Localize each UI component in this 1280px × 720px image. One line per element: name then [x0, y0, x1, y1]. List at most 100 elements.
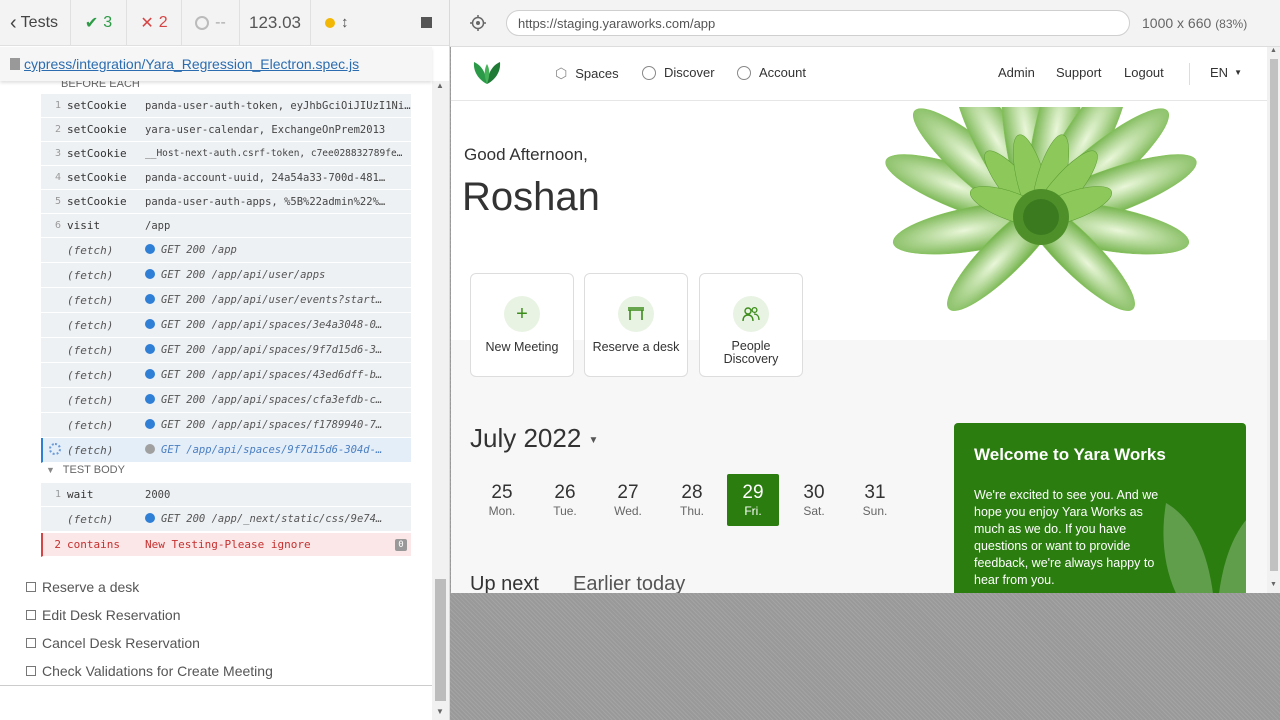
scroll-up-icon[interactable]: ▲	[1270, 47, 1277, 54]
command-row[interactable]: 4 setCookie panda-account-uuid, 24a54a33…	[41, 166, 411, 190]
day-number: 28	[681, 482, 703, 503]
app-scrollbar[interactable]: ▲ ▼	[1267, 47, 1280, 593]
failed-command-row[interactable]: 2 contains New Testing-Please ignore 0	[41, 533, 411, 557]
scroll-thumb[interactable]	[435, 579, 446, 701]
nav-support[interactable]: Support	[1056, 65, 1102, 80]
fetch-row[interactable]: (fetch) GET 200 /app/api/spaces/9f7d15d6-…	[41, 338, 411, 363]
day-item-selected[interactable]: 29 Fri.	[727, 474, 779, 526]
fetch-arg: GET 200 /app/api/user/events?start…	[161, 294, 383, 306]
request-dot-icon	[145, 244, 155, 254]
nav-account[interactable]: Account	[737, 65, 806, 80]
nav-discover[interactable]: Discover	[642, 65, 715, 80]
command-row[interactable]: 6 visit /app	[41, 214, 411, 238]
passed-count[interactable]: ✔ 3	[71, 0, 127, 46]
command-row[interactable]: 1 wait 2000	[41, 483, 411, 507]
language-select[interactable]: EN ▼	[1210, 65, 1242, 80]
command-number: 6	[54, 220, 61, 231]
yara-logo-icon[interactable]	[471, 60, 503, 89]
test-item[interactable]: Cancel Desk Reservation	[26, 635, 200, 651]
back-to-tests-button[interactable]: ‹ Tests	[0, 0, 71, 46]
request-dot-icon	[145, 294, 155, 304]
nav-admin[interactable]: Admin	[998, 65, 1035, 80]
scroll-down-icon[interactable]: ▼	[436, 707, 444, 716]
fetch-row[interactable]: (fetch) GET 200 /app	[41, 238, 411, 263]
card-label: Reserve a desk	[592, 340, 680, 354]
tab-up-next[interactable]: Up next	[470, 573, 539, 593]
run-controls: ↕	[311, 0, 449, 46]
pending-dot-icon	[145, 444, 155, 454]
card-label: People Discovery	[723, 339, 779, 366]
fetch-row[interactable]: (fetch) GET 200 /app/api/spaces/3e4a3048-…	[41, 313, 411, 338]
pending-count[interactable]: --	[182, 0, 240, 46]
test-body-label: TEST BODY	[62, 464, 125, 476]
fetch-arg: GET 200 /app/api/spaces/3e4a3048-0…	[161, 319, 383, 331]
command-name: setCookie	[67, 195, 127, 208]
fetch-row[interactable]: (fetch) GET 200 /app/api/spaces/cfa3efdb-…	[41, 388, 411, 413]
day-item[interactable]: 30 Sat.	[788, 474, 840, 526]
fetch-row[interactable]: (fetch) GET 200 /app/api/user/apps	[41, 263, 411, 288]
day-item[interactable]: 26 Tue.	[539, 474, 591, 526]
reporter-header: ‹ Tests ✔ 3 ✕ 2 -- 123.03 ↕	[0, 0, 449, 46]
nav-spaces[interactable]: ⬡ Spaces	[555, 65, 619, 82]
fetch-row[interactable]: (fetch) GET 200 /app/api/user/events?star…	[41, 288, 411, 313]
day-item[interactable]: 28 Thu.	[666, 474, 718, 526]
stop-icon[interactable]	[421, 17, 432, 28]
new-meeting-card[interactable]: + New Meeting	[470, 273, 574, 377]
test-status-icon	[26, 638, 36, 648]
url-input[interactable]: https://staging.yaraworks.com/app	[506, 10, 1130, 36]
plus-icon: +	[504, 296, 540, 332]
command-row[interactable]: 2 setCookie yara-user-calendar, Exchange…	[41, 118, 411, 142]
command-name: setCookie	[67, 99, 127, 112]
reporter-panel: ‹ Tests ✔ 3 ✕ 2 -- 123.03 ↕ cypress/inte…	[0, 0, 450, 720]
desk-icon	[618, 296, 654, 332]
fetch-label: (fetch)	[67, 443, 114, 457]
app-frame: ⬡ Spaces Discover Account Admin Support …	[451, 47, 1267, 593]
tab-earlier-today[interactable]: Earlier today	[573, 573, 685, 593]
day-number: 26	[554, 482, 576, 503]
fetch-row[interactable]: (fetch) GET 200 /app/api/spaces/f1789940-…	[41, 413, 411, 438]
nav-logout[interactable]: Logout	[1124, 65, 1164, 80]
failed-count[interactable]: ✕ 2	[127, 0, 182, 46]
test-item[interactable]: Edit Desk Reservation	[26, 607, 181, 623]
divider	[0, 685, 432, 686]
reporter-scrollbar[interactable]: ▲ ▼	[432, 81, 449, 720]
command-arg: panda-user-auth-apps, %5B%22admin%22%…	[145, 195, 386, 208]
weekday: Sat.	[803, 504, 825, 518]
element-count-badge: 0	[395, 538, 407, 551]
selector-playground-icon[interactable]	[450, 15, 506, 31]
viewport-dimensions: 1000 x 660	[1142, 15, 1212, 31]
people-discovery-card[interactable]: People Discovery	[699, 273, 803, 377]
test-item[interactable]: Reserve a desk	[26, 579, 139, 595]
day-item[interactable]: 25 Mon.	[476, 474, 528, 526]
scroll-thumb[interactable]	[1270, 59, 1278, 571]
failed-value: 2	[158, 13, 168, 31]
test-body-header[interactable]: ▼ TEST BODY	[46, 464, 125, 476]
fetch-label: (fetch)	[67, 293, 114, 307]
command-row[interactable]: 3 setCookie __Host-next-auth.csrf-token,…	[41, 142, 411, 166]
pending-fetch-row[interactable]: (fetch) GET /app/api/spaces/9f7d15d6-304…	[41, 438, 411, 463]
weekday: Thu.	[679, 504, 704, 518]
spec-path[interactable]: cypress/integration/Yara_Regression_Elec…	[24, 56, 359, 72]
day-item[interactable]: 31 Sun.	[849, 474, 901, 526]
test-item[interactable]: Check Validations for Create Meeting	[26, 663, 273, 679]
test-body-commands: 1 wait 2000 (fetch) GET 200 /app/_next/s…	[41, 483, 411, 557]
month-selector[interactable]: July 2022 ▼	[470, 423, 598, 454]
command-row[interactable]: 1 setCookie panda-user-auth-token, eyJhb…	[41, 94, 411, 118]
command-row[interactable]: 5 setCookie panda-user-auth-apps, %5B%22…	[41, 190, 411, 214]
fetch-row[interactable]: (fetch) GET 200 /app/api/spaces/43ed6dff-…	[41, 363, 411, 388]
nav-account-label: Account	[759, 65, 806, 80]
command-arg: /app	[145, 219, 171, 232]
fetch-arg: GET 200 /app/api/spaces/43ed6dff-b…	[161, 369, 383, 381]
test-status-icon	[26, 666, 36, 676]
fetch-arg: GET 200 /app/_next/static/css/9e74…	[161, 513, 383, 525]
sort-arrows-icon[interactable]: ↕	[341, 14, 349, 31]
spec-file-bar[interactable]: cypress/integration/Yara_Regression_Elec…	[0, 47, 432, 81]
fetch-label: (fetch)	[67, 318, 114, 332]
day-number: 29	[742, 482, 764, 503]
day-item[interactable]: 27 Wed.	[602, 474, 654, 526]
scroll-down-icon[interactable]: ▼	[1270, 581, 1277, 588]
viewport-size[interactable]: 1000 x 660 (83%)	[1142, 15, 1247, 31]
scroll-up-icon[interactable]: ▲	[436, 81, 444, 90]
reserve-desk-card[interactable]: Reserve a desk	[584, 273, 688, 377]
fetch-row[interactable]: (fetch) GET 200 /app/_next/static/css/9e…	[41, 507, 411, 532]
